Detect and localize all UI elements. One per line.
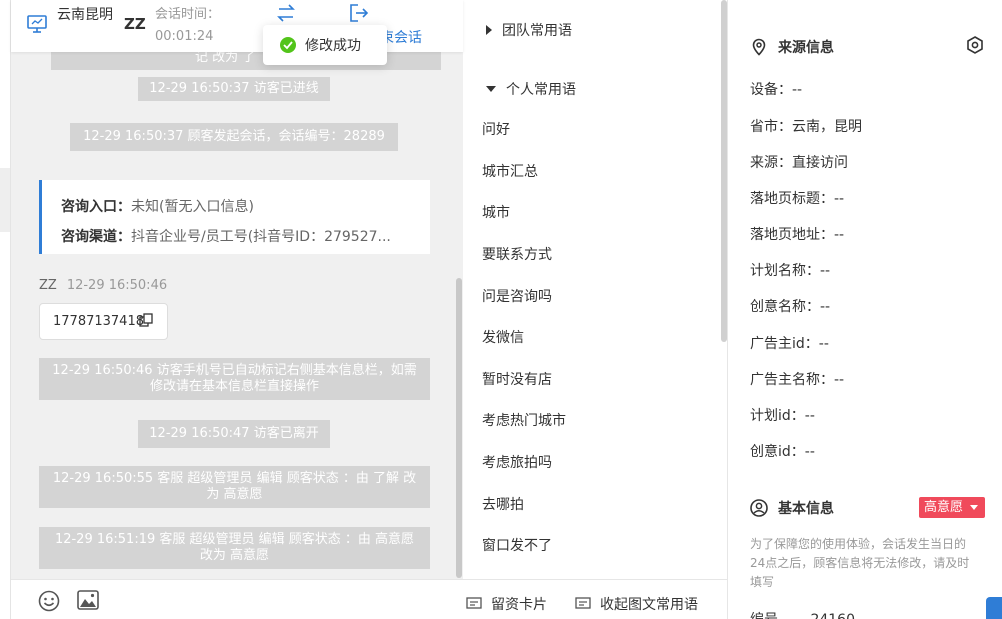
transfer-icon[interactable]	[276, 4, 296, 22]
number-label: 编号	[750, 612, 778, 619]
session-time-label: 会话时间：	[155, 7, 221, 22]
team-phrases-label: 团队常用语	[502, 23, 572, 39]
check-circle-icon	[280, 37, 296, 53]
image-icon[interactable]	[77, 590, 99, 610]
settings-icon[interactable]	[966, 36, 984, 54]
system-message-status-1: 12-29 16:50:55 客服 超级管理员 编辑 顾客状态 ：由 了解 改为…	[39, 466, 430, 508]
edge-marker	[0, 168, 10, 232]
user-circle-icon	[750, 499, 768, 517]
personal-phrases-label: 个人常用语	[506, 82, 576, 98]
edit-deadline-hint: 为了保障您的使用体验，会话发生当日的24点之后，顾客信息将无法修改，请及时填写	[750, 537, 970, 589]
visitor-city: 云南昆明	[57, 7, 113, 23]
basic-info-label: 基本信息	[778, 501, 834, 517]
chat-scrollbar[interactable]	[456, 278, 462, 578]
source-info-title: 来源信息	[750, 37, 834, 57]
caret-right-icon	[486, 25, 492, 35]
system-message-left: 12-29 16:50:47 访客已离开	[138, 420, 330, 448]
message-icon	[575, 597, 591, 609]
phrase-item[interactable]: 问好	[482, 119, 510, 139]
phrase-item[interactable]: 城市	[482, 202, 510, 222]
intent-status-label: 高意愿	[924, 500, 964, 515]
field-number: 编号 24160	[750, 609, 855, 619]
toast-text: 修改成功	[305, 38, 361, 54]
field-advertiser-name: 广告主名称：--	[750, 372, 845, 388]
channel-value: 抖音企业号/员工号(抖音号ID：279527...	[131, 229, 391, 245]
phrase-item[interactable]: 考虑热门城市	[482, 410, 566, 430]
system-message-status-2: 12-29 16:51:19 客服 超级管理员 编辑 顾客状态 ：由 高意愿 改…	[39, 527, 430, 569]
channel-label: 咨询渠道：	[61, 229, 131, 245]
entry-label: 咨询入口：	[61, 199, 131, 215]
location-pin-icon	[752, 38, 766, 56]
copy-icon[interactable]	[139, 313, 153, 327]
field-plan-name: 计划名称：--	[750, 263, 831, 279]
source-info-label: 来源信息	[778, 40, 834, 56]
collapse-phrases-button[interactable]: 收起图文常用语	[575, 594, 698, 614]
message-sender: ZZ	[39, 278, 57, 293]
field-landing-url: 落地页地址：--	[750, 227, 845, 243]
field-advertiser-id: 广告主id：--	[750, 336, 829, 352]
lead-card-label: 留资卡片	[491, 597, 547, 613]
intent-status-dropdown[interactable]: 高意愿	[919, 497, 985, 518]
floating-action-button[interactable]	[986, 597, 1002, 619]
session-time-value: 00:01:24	[155, 29, 214, 44]
phrase-item[interactable]: 窗口发不了	[482, 535, 552, 555]
phrase-item[interactable]: 发微信	[482, 327, 524, 347]
entry-value: 未知(暂无入口信息)	[131, 199, 254, 215]
system-message-phone-marked: 12-29 16:50:46 访客手机号已自动标记右侧基本信息栏，如需修改请在基…	[39, 358, 430, 400]
emoji-icon[interactable]	[38, 590, 60, 612]
collapse-phrases-label: 收起图文常用语	[600, 597, 698, 613]
field-creative-name: 创意名称：--	[750, 299, 831, 315]
field-plan-id: 计划id：--	[750, 408, 815, 424]
field-creative-id: 创意id：--	[750, 444, 815, 460]
field-device: 设备：--	[750, 82, 803, 98]
inquiry-entry-row: 咨询入口：未知(暂无入口信息)	[61, 192, 411, 222]
inquiry-info-card: 咨询入口：未知(暂无入口信息) 咨询渠道：抖音企业号/员工号(抖音号ID：279…	[39, 180, 430, 254]
number-value: 24160	[810, 612, 855, 619]
phrase-item[interactable]: 要联系方式	[482, 244, 552, 264]
phrases-panel: 团队常用语 个人常用语 问好 城市汇总 城市 要联系方式 问是咨询吗 发微信 暂…	[464, 0, 727, 579]
success-toast: 修改成功	[263, 25, 387, 65]
message-meta: ZZ 12-29 16:50:46	[39, 278, 167, 293]
system-message-joined: 12-29 16:50:37 访客已进线	[138, 77, 330, 101]
phrase-item[interactable]: 去哪拍	[482, 494, 524, 514]
phrase-item[interactable]: 问是咨询吗	[482, 286, 552, 306]
message-time: 12-29 16:50:46	[66, 278, 168, 293]
phrase-item[interactable]: 考虑旅拍吗	[482, 452, 552, 472]
inquiry-channel-row: 咨询渠道：抖音企业号/员工号(抖音号ID：279527...	[61, 222, 411, 252]
left-edge-strip	[0, 0, 10, 619]
chevron-down-icon	[970, 505, 978, 510]
caret-down-icon	[486, 86, 496, 92]
personal-phrases-group[interactable]: 个人常用语	[486, 79, 576, 99]
basic-info-title: 基本信息	[750, 498, 834, 518]
field-source: 来源：直接访问	[750, 155, 848, 171]
field-province-city: 省市：云南，昆明	[750, 119, 862, 135]
agent-name: ZZ	[124, 15, 146, 33]
field-landing-title: 落地页标题：--	[750, 191, 845, 207]
team-phrases-group[interactable]: 团队常用语	[486, 20, 572, 40]
monitor-icon	[27, 15, 47, 33]
system-message-started: 12-29 16:50:37 顾客发起会话，会话编号：28289	[70, 123, 398, 151]
card-icon	[466, 597, 482, 609]
end-session-icon[interactable]	[349, 4, 369, 22]
phrase-item[interactable]: 暂时没有店	[482, 369, 552, 389]
phrase-item[interactable]: 城市汇总	[482, 161, 538, 181]
lead-card-button[interactable]: 留资卡片	[466, 594, 547, 614]
